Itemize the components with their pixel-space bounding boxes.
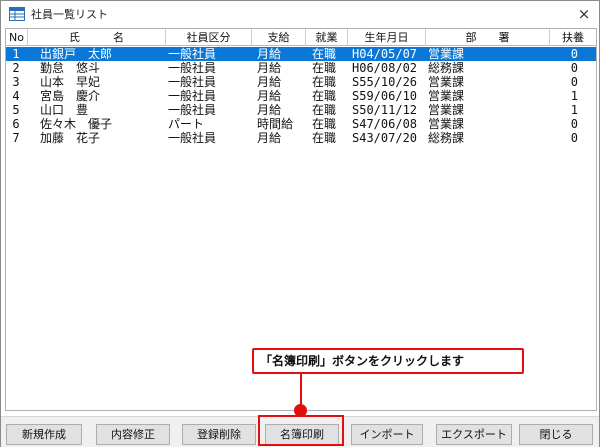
- close-icon[interactable]: ×: [575, 5, 593, 23]
- col-header-pay[interactable]: 支給: [252, 29, 306, 46]
- table-row[interactable]: 1 出銀戸 太郎 一般社員 月給 在職 H04/05/07 営業課 0: [6, 47, 596, 61]
- title-bar: 社員一覧リスト ×: [1, 1, 599, 27]
- table-row[interactable]: 5 山口 豊 一般社員 月給 在職 S50/11/12 営業課 1: [6, 103, 596, 117]
- window-title: 社員一覧リスト: [31, 8, 108, 21]
- cell-category: 一般社員: [168, 61, 217, 75]
- cell-status: 在職: [312, 103, 337, 117]
- cell-status: 在職: [312, 117, 337, 131]
- col-header-name[interactable]: 氏 名: [28, 29, 166, 46]
- print-button-highlight: [258, 415, 344, 446]
- cell-dept: 営業課: [428, 103, 465, 117]
- cell-name: 勤怠 悠斗: [40, 61, 101, 75]
- col-header-dept[interactable]: 部 署: [426, 29, 550, 46]
- cell-name: 出銀戸 太郎: [40, 47, 113, 61]
- cell-no: 2: [12, 61, 20, 75]
- col-header-category[interactable]: 社員区分: [166, 29, 252, 46]
- cell-status: 在職: [312, 61, 337, 75]
- close-button[interactable]: 閉じる: [519, 424, 593, 445]
- delete-button[interactable]: 登録削除: [182, 424, 256, 445]
- cell-birth: S59/06/10: [352, 89, 418, 103]
- table-row[interactable]: 4 宮島 慶介 一般社員 月給 在職 S59/06/10 営業課 1: [6, 89, 596, 103]
- import-button[interactable]: インポート: [351, 424, 423, 445]
- cell-dept: 営業課: [428, 47, 465, 61]
- cell-pay: 時間給: [257, 117, 294, 131]
- col-header-birth[interactable]: 生年月日: [348, 29, 426, 46]
- cell-birth: S43/07/20: [352, 131, 418, 145]
- col-header-dependents[interactable]: 扶養: [550, 29, 596, 46]
- cell-birth: H04/05/07: [352, 47, 418, 61]
- cell-birth: S55/10/26: [352, 75, 418, 89]
- cell-name: 山本 早妃: [40, 75, 101, 89]
- cell-name: 宮島 慶介: [40, 89, 101, 103]
- edit-button[interactable]: 内容修正: [96, 424, 170, 445]
- cell-dependents: 0: [570, 47, 578, 61]
- new-button[interactable]: 新規作成: [6, 424, 82, 445]
- cell-no: 6: [12, 117, 20, 131]
- cell-status: 在職: [312, 89, 337, 103]
- cell-dependents: 1: [570, 89, 578, 103]
- export-button[interactable]: エクスポート: [436, 424, 512, 445]
- cell-no: 7: [12, 131, 20, 145]
- instruction-callout: 「名簿印刷」ボタンをクリックします: [252, 348, 524, 374]
- cell-dept: 営業課: [428, 117, 465, 131]
- cell-name: 加藤 花子: [40, 131, 101, 145]
- table-window-icon: [9, 7, 25, 21]
- cell-dependents: 1: [570, 103, 578, 117]
- cell-no: 5: [12, 103, 20, 117]
- col-header-status[interactable]: 就業: [306, 29, 348, 46]
- cell-no: 4: [12, 89, 20, 103]
- table-row[interactable]: 2 勤怠 悠斗 一般社員 月給 在職 H06/08/02 総務課 0: [6, 61, 596, 75]
- cell-dependents: 0: [570, 75, 578, 89]
- cell-pay: 月給: [257, 103, 282, 117]
- cell-dependents: 0: [570, 117, 578, 131]
- cell-category: 一般社員: [168, 131, 217, 145]
- table-row[interactable]: 6 佐々木 優子 パート 時間給 在職 S47/06/08 営業課 0: [6, 117, 596, 131]
- table-header: No 氏 名 社員区分 支給 就業 生年月日 部 署 扶養: [6, 29, 596, 46]
- cell-pay: 月給: [257, 131, 282, 145]
- cell-category: 一般社員: [168, 103, 217, 117]
- cell-pay: 月給: [257, 47, 282, 61]
- cell-name: 佐々木 優子: [40, 117, 113, 131]
- employee-list-window: 社員一覧リスト × No 氏 名 社員区分 支給 就業 生年月日 部 署 扶養 …: [0, 0, 600, 447]
- cell-name: 山口 豊: [40, 103, 89, 117]
- cell-dept: 総務課: [428, 131, 465, 145]
- cell-dept: 総務課: [428, 61, 465, 75]
- table-row[interactable]: 3 山本 早妃 一般社員 月給 在職 S55/10/26 営業課 0: [6, 75, 596, 89]
- cell-pay: 月給: [257, 89, 282, 103]
- cell-pay: 月給: [257, 61, 282, 75]
- cell-pay: 月給: [257, 75, 282, 89]
- cell-category: 一般社員: [168, 89, 217, 103]
- cell-dependents: 0: [570, 131, 578, 145]
- cell-dept: 営業課: [428, 89, 465, 103]
- col-header-no[interactable]: No: [6, 29, 28, 46]
- cell-dependents: 0: [570, 61, 578, 75]
- cell-status: 在職: [312, 131, 337, 145]
- cell-status: 在職: [312, 75, 337, 89]
- callout-pointer-dot: [294, 404, 307, 417]
- cell-category: 一般社員: [168, 47, 217, 61]
- cell-birth: S47/06/08: [352, 117, 418, 131]
- cell-dept: 営業課: [428, 75, 465, 89]
- cell-no: 1: [12, 47, 20, 61]
- table-row[interactable]: 7 加藤 花子 一般社員 月給 在職 S43/07/20 総務課 0: [6, 131, 596, 145]
- cell-category: 一般社員: [168, 75, 217, 89]
- cell-no: 3: [12, 75, 20, 89]
- cell-birth: H06/08/02: [352, 61, 418, 75]
- cell-status: 在職: [312, 47, 337, 61]
- cell-birth: S50/11/12: [352, 103, 418, 117]
- cell-category: パート: [168, 117, 205, 131]
